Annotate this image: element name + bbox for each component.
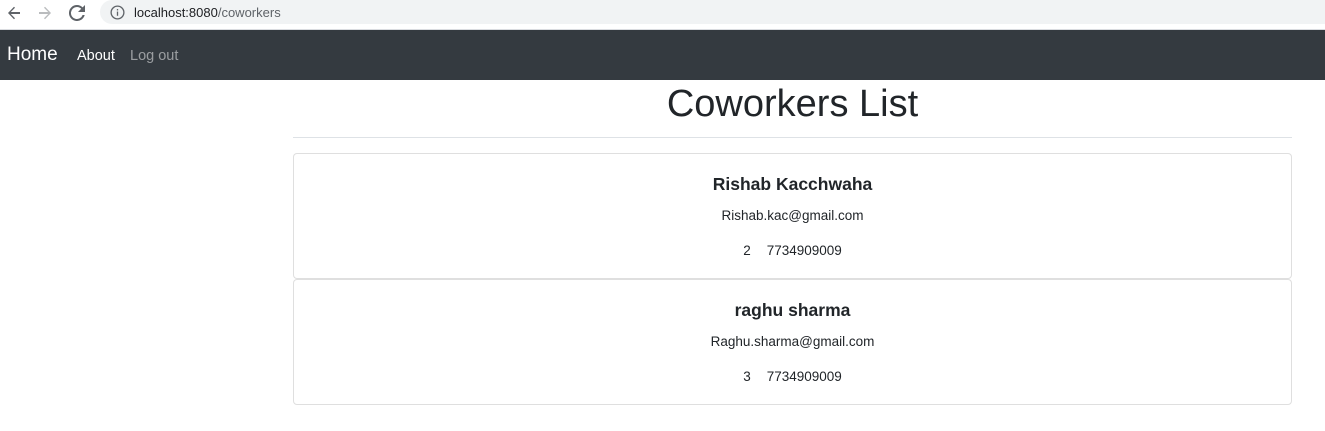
coworker-phone: 7734909009	[766, 243, 842, 258]
url-host: localhost:8080	[134, 4, 218, 20]
nav-link-logout[interactable]: Log out	[130, 47, 178, 65]
coworker-email: Raghu.sharma@gmail.com	[710, 334, 875, 349]
info-icon[interactable]	[109, 4, 125, 20]
coworker-card: raghu sharma Raghu.sharma@gmail.com 3 773…	[293, 279, 1292, 405]
page-title: Coworkers List	[666, 83, 919, 125]
title-divider	[293, 137, 1292, 138]
reload-icon[interactable]	[66, 2, 88, 24]
coworker-name: raghu sharma	[734, 300, 851, 320]
home-brand-link[interactable]: Home	[7, 43, 58, 67]
coworker-meta: 3 7734909009	[294, 368, 1291, 386]
url-text: localhost:8080/coworkers	[134, 5, 281, 20]
nav-link-about[interactable]: About	[77, 47, 115, 65]
arrow-left-icon[interactable]	[3, 2, 25, 24]
coworker-card: Rishab Kacchwaha Rishab.kac@gmail.com 27…	[293, 153, 1292, 279]
coworker-id: 2	[743, 243, 751, 258]
arrow-right-icon[interactable]	[34, 2, 56, 24]
coworker-phone: 7734909009	[766, 369, 842, 384]
coworker-id: 3	[743, 369, 751, 384]
coworker-email: Rishab.kac@gmail.com	[721, 208, 864, 223]
coworker-name: Rishab Kacchwaha	[712, 174, 873, 194]
coworker-meta: 2 7734909009	[294, 242, 1291, 260]
address-bar[interactable]: localhost:8080/coworkers	[100, 0, 1325, 24]
browser-toolbar: localhost:8080/coworkers	[0, 0, 1325, 30]
app-navbar: Home About Log out	[0, 30, 1325, 80]
url-path: /coworkers	[217, 4, 281, 20]
